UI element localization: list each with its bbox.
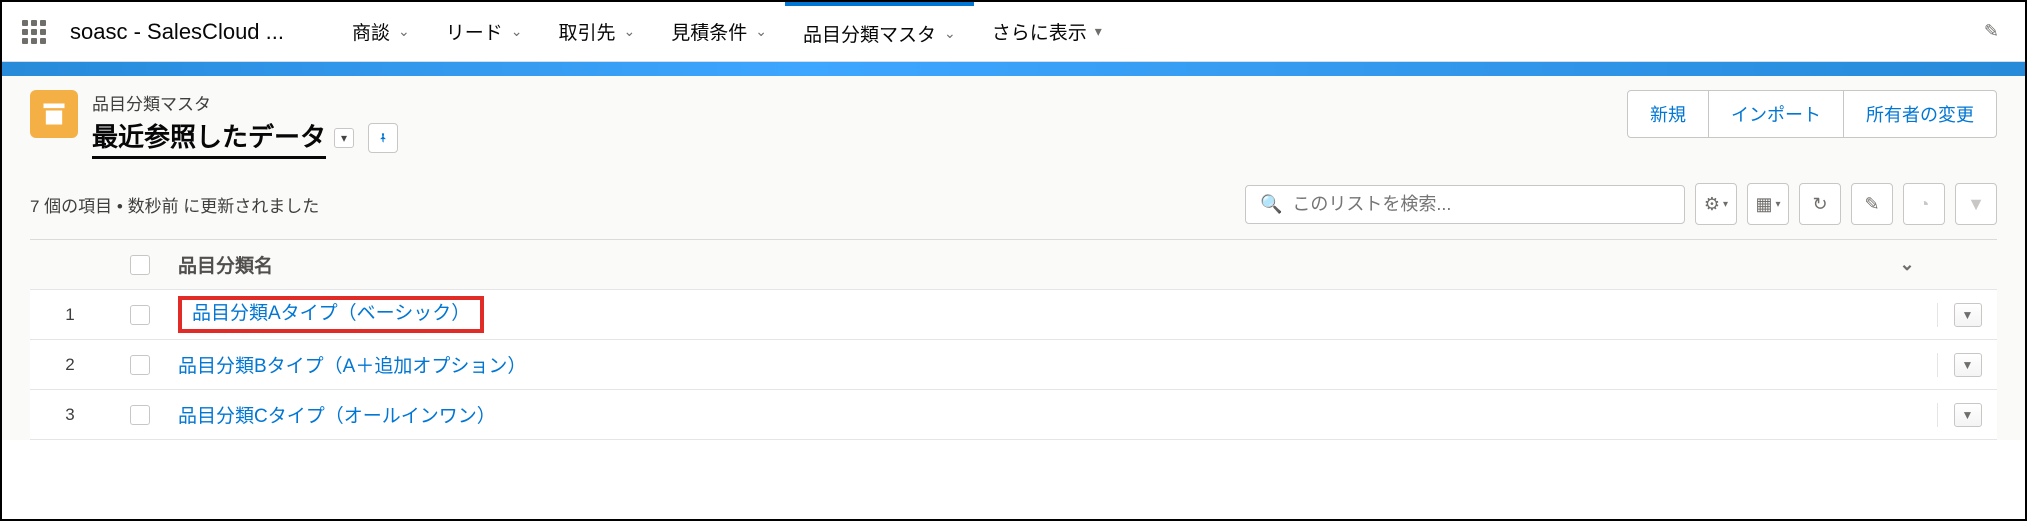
app-name-label: soasc - SalesCloud ... xyxy=(70,19,284,45)
row-number: 1 xyxy=(30,305,110,325)
chevron-down-icon[interactable]: ⌄ xyxy=(511,23,523,40)
row-actions-menu[interactable]: ▼ xyxy=(1954,403,1982,427)
nav-label: さらに表示 xyxy=(992,18,1087,45)
row-actions-menu[interactable]: ▼ xyxy=(1954,303,1982,327)
record-link[interactable]: 品目分類Aタイプ（ベーシック） xyxy=(192,303,470,324)
caret-down-icon: ▾ xyxy=(1095,23,1102,40)
row-checkbox[interactable] xyxy=(130,355,150,375)
record-link[interactable]: 品目分類Bタイプ（A＋追加オプション） xyxy=(178,351,526,378)
list-search-input[interactable] xyxy=(1292,194,1670,215)
filter-button[interactable]: ▼ xyxy=(1955,183,1997,225)
archive-box-icon xyxy=(40,100,68,128)
caret-down-icon: ▾ xyxy=(1723,199,1728,210)
gear-icon: ⚙ xyxy=(1704,194,1720,215)
list-table: 品目分類名 ⌄ 1 品目分類Aタイプ（ベーシック） ▼ 2 品目分類Bタイプ（A… xyxy=(30,239,1997,440)
inline-edit-button[interactable]: ✎ xyxy=(1851,183,1893,225)
refresh-button[interactable]: ↻ xyxy=(1799,183,1841,225)
record-link[interactable]: 品目分類Cタイプ（オールインワン） xyxy=(178,401,496,428)
chevron-down-icon[interactable]: ⌄ xyxy=(398,23,410,40)
row-number: 2 xyxy=(30,355,110,375)
pin-icon xyxy=(376,131,390,145)
nav-label: 商談 xyxy=(352,18,390,45)
select-all-checkbox[interactable] xyxy=(130,255,150,275)
filter-icon: ▼ xyxy=(1967,194,1985,215)
list-view-picker-caret[interactable]: ▾ xyxy=(334,128,354,148)
chevron-down-icon[interactable]: ⌄ xyxy=(624,23,636,40)
col-header-sort[interactable]: ⌄ xyxy=(1877,254,1937,275)
chart-button[interactable]: ◔ xyxy=(1903,183,1945,225)
list-settings-button[interactable]: ⚙▾ xyxy=(1695,183,1737,225)
edit-nav-pencil-icon[interactable]: ✎ xyxy=(1978,15,2005,48)
list-header-row: 品目分類マスタ 最近参照したデータ ▾ 新規 インポート 所有者の変更 xyxy=(30,90,1997,159)
row-actions-menu[interactable]: ▼ xyxy=(1954,353,1982,377)
brand-strip xyxy=(2,62,2025,76)
col-header-name[interactable]: 品目分類名 xyxy=(170,251,1877,278)
table-row: 1 品目分類Aタイプ（ベーシック） ▼ xyxy=(30,290,1997,340)
top-navigation-bar: soasc - SalesCloud ... 商談 ⌄ リード ⌄ 取引先 ⌄ … xyxy=(2,2,2025,62)
nav-item-quote-conditions[interactable]: 見積条件 ⌄ xyxy=(653,2,785,61)
list-sub-row: 7 個の項目 • 数秒前 に更新されました 🔍 ⚙▾ ▦▾ ↻ ✎ ◔ ▼ xyxy=(30,183,1997,225)
refresh-icon: ↻ xyxy=(1812,194,1827,215)
nav-item-accounts[interactable]: 取引先 ⌄ xyxy=(540,2,653,61)
caret-down-icon: ▾ xyxy=(1775,199,1780,210)
list-header-left: 品目分類マスタ 最近参照したデータ ▾ xyxy=(30,90,398,159)
new-button[interactable]: 新規 xyxy=(1627,90,1709,138)
pin-list-button[interactable] xyxy=(368,123,398,153)
row-number: 3 xyxy=(30,405,110,425)
display-as-button[interactable]: ▦▾ xyxy=(1747,183,1789,225)
list-header-actions: 新規 インポート 所有者の変更 xyxy=(1628,90,1997,138)
pie-chart-icon: ◔ xyxy=(1919,194,1930,215)
nav-label: リード xyxy=(446,18,503,45)
list-view-title[interactable]: 最近参照したデータ xyxy=(92,117,326,159)
list-toolbar: 🔍 ⚙▾ ▦▾ ↻ ✎ ◔ ▼ xyxy=(1245,183,1997,225)
nav-items: 商談 ⌄ リード ⌄ 取引先 ⌄ 見積条件 ⌄ 品目分類マスタ ⌄ さらに表示 … xyxy=(334,2,1120,61)
row-checkbox[interactable] xyxy=(130,405,150,425)
table-row: 2 品目分類Bタイプ（A＋追加オプション） ▼ xyxy=(30,340,1997,390)
nav-label: 見積条件 xyxy=(671,18,747,45)
chevron-down-icon[interactable]: ⌄ xyxy=(944,25,956,42)
object-type-label: 品目分類マスタ xyxy=(92,90,398,115)
nav-label: 取引先 xyxy=(558,18,615,45)
nav-item-leads[interactable]: リード ⌄ xyxy=(428,2,541,61)
row-highlight-box: 品目分類Aタイプ（ベーシック） xyxy=(178,296,484,333)
import-button[interactable]: インポート xyxy=(1708,90,1844,138)
col-select-all xyxy=(110,255,170,275)
nav-item-show-more[interactable]: さらに表示 ▾ xyxy=(974,2,1120,61)
nav-item-category-master[interactable]: 品目分類マスタ ⌄ xyxy=(785,2,974,61)
list-search-box[interactable]: 🔍 xyxy=(1245,185,1685,224)
row-checkbox[interactable] xyxy=(130,305,150,325)
table-icon: ▦ xyxy=(1755,194,1772,215)
object-icon xyxy=(30,90,78,138)
nav-label: 品目分類マスタ xyxy=(803,20,936,47)
table-header-row: 品目分類名 ⌄ xyxy=(30,240,1997,290)
chevron-down-icon[interactable]: ⌄ xyxy=(755,23,767,40)
table-row: 3 品目分類Cタイプ（オールインワン） ▼ xyxy=(30,390,1997,440)
pencil-icon: ✎ xyxy=(1864,194,1879,215)
change-owner-button[interactable]: 所有者の変更 xyxy=(1843,90,1997,138)
search-icon: 🔍 xyxy=(1260,194,1282,215)
list-status-text: 7 個の項目 • 数秒前 に更新されました xyxy=(30,192,319,217)
app-launcher-icon[interactable] xyxy=(22,20,46,44)
page-content: 品目分類マスタ 最近参照したデータ ▾ 新規 インポート 所有者の変更 7 個の… xyxy=(2,76,2025,440)
nav-item-opportunities[interactable]: 商談 ⌄ xyxy=(334,2,428,61)
